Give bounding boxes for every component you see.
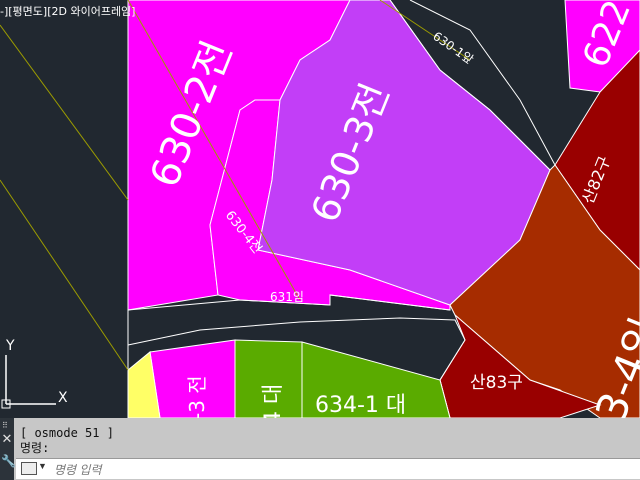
wrench-icon[interactable]: 🔧 bbox=[1, 454, 16, 468]
guide-line-2 bbox=[0, 179, 129, 371]
command-line-sidebar: ⠿ ✕ 🔧 bbox=[0, 418, 16, 480]
command-input-bar[interactable]: ▼ 명령 입력 bbox=[16, 458, 640, 479]
command-history-line: [ osmode 51 ] bbox=[20, 426, 114, 440]
command-input[interactable]: 명령 입력 bbox=[54, 461, 102, 478]
grip-icon[interactable]: ⠿ bbox=[2, 422, 12, 430]
label-631: 631임 bbox=[270, 290, 304, 304]
label-630-1: 630-1앞 bbox=[430, 29, 476, 67]
viewport-controls-label[interactable]: -][평면도][2D 와이어프레임] bbox=[0, 3, 135, 19]
drawing-canvas[interactable]: 630-2전 630-3전 630-4전 630-1앞 631임 622 산82… bbox=[0, 0, 640, 418]
label-634-1: 634-1 대 bbox=[315, 393, 406, 418]
chevron-down-icon[interactable]: ▼ bbox=[38, 461, 47, 471]
drawing-viewport[interactable]: 630-2전 630-3전 630-4전 630-1앞 631임 622 산82… bbox=[0, 0, 640, 418]
command-prompt-icon[interactable] bbox=[21, 462, 37, 475]
close-icon[interactable]: ✕ bbox=[1, 431, 13, 447]
ucs-icon: Y X bbox=[1, 338, 68, 409]
guide-line-1 bbox=[0, 24, 129, 201]
command-history-line: 명령: bbox=[20, 441, 50, 455]
label-san83: 산83구 bbox=[470, 373, 523, 393]
ucs-x-label: X bbox=[58, 390, 68, 406]
command-line-panel: ⠿ ✕ 🔧 [ osmode 51 ] 명령: ▼ 명령 입력 bbox=[0, 418, 640, 480]
label-634: 4 대 bbox=[261, 384, 286, 418]
label-minus-3: -3 전 bbox=[185, 375, 209, 418]
ucs-y-label: Y bbox=[5, 338, 15, 354]
